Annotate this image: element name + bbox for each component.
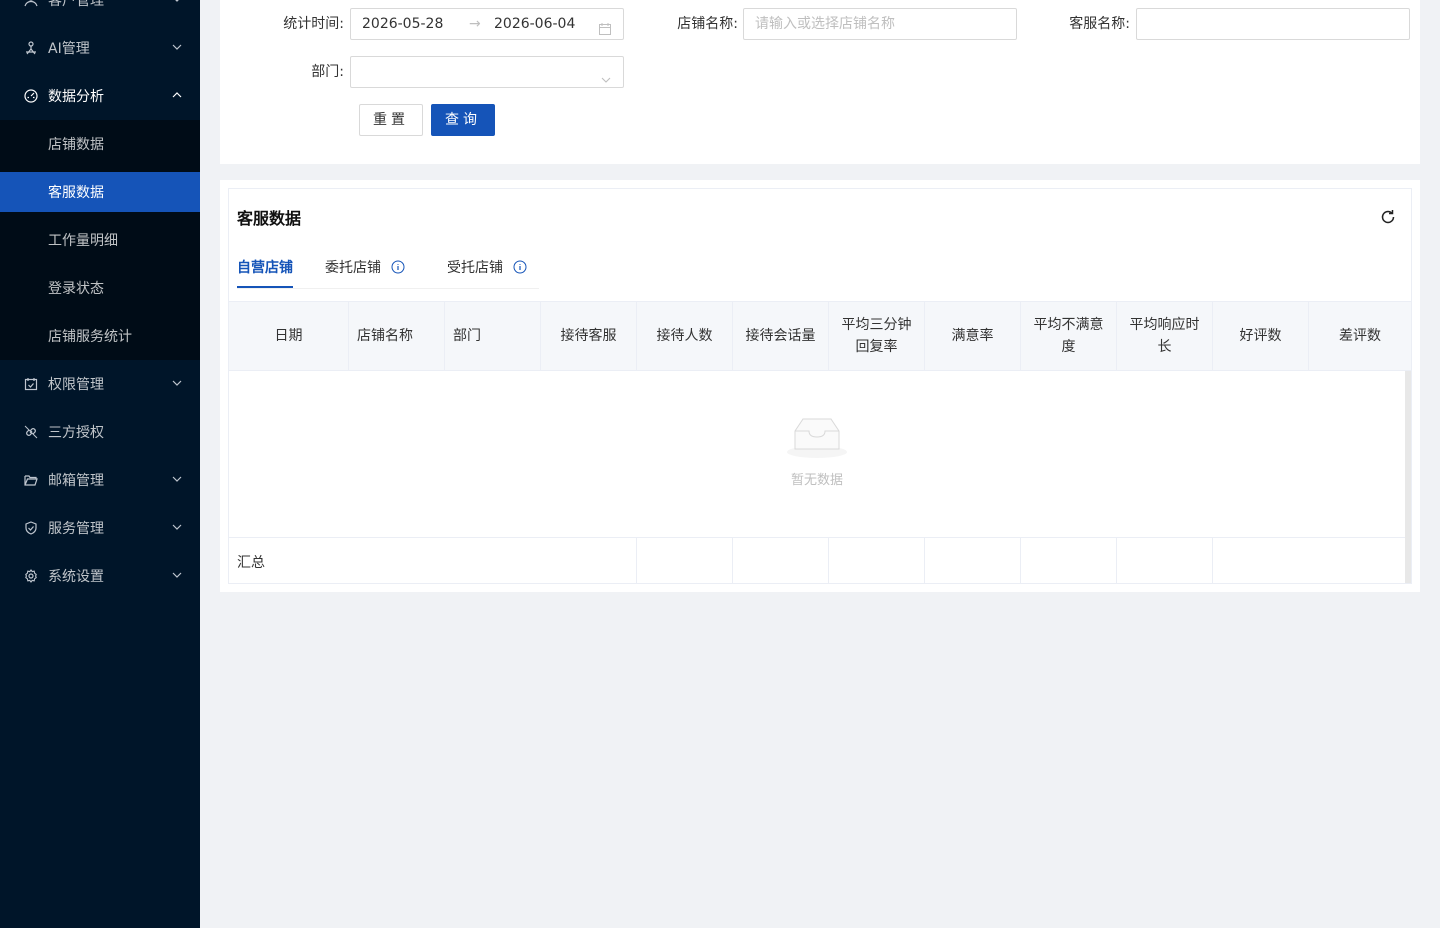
column-header[interactable]: 接待客服: [541, 302, 637, 370]
shop-name-input[interactable]: 请输入或选择店铺名称: [743, 8, 1017, 40]
sidebar-item-label: 服务管理: [48, 521, 104, 537]
sidebar-item-label: 三方授权: [48, 425, 104, 441]
sidebar-item-label: 邮箱管理: [48, 473, 104, 489]
info-icon[interactable]: [391, 260, 405, 274]
column-header[interactable]: 差评数: [1309, 302, 1411, 370]
time-label: 统计时间:: [283, 16, 344, 32]
chevron-up-icon: [172, 90, 182, 100]
tab-self-operated[interactable]: 自营店铺: [237, 257, 293, 277]
dashboard-icon: [24, 89, 38, 103]
column-header[interactable]: 日期: [229, 302, 349, 370]
folder-open-icon: [24, 473, 38, 487]
chevron-down-icon: [172, 0, 182, 4]
sidebar-item-customers[interactable]: 客户管理: [0, 0, 200, 20]
link-icon: [24, 425, 38, 439]
sidebar-subitem-label: 工作量明细: [48, 233, 118, 249]
column-header[interactable]: 平均响应时长: [1117, 302, 1213, 370]
sidebar-subitem-label: 客服数据: [48, 185, 104, 201]
dept-select[interactable]: [350, 56, 624, 88]
column-header[interactable]: 接待会话量: [733, 302, 829, 370]
shop-label: 店铺名称:: [677, 16, 738, 32]
column-header[interactable]: 接待人数: [637, 302, 733, 370]
column-header[interactable]: 平均三分钟回复率: [829, 302, 925, 370]
column-header[interactable]: 满意率: [925, 302, 1021, 370]
chevron-down-icon: [172, 42, 182, 52]
robot-icon: [24, 41, 38, 55]
store-tabs: 自营店铺 委托店铺 受托店铺: [237, 243, 539, 289]
user-icon: [24, 0, 38, 7]
chevron-down-icon: [172, 378, 182, 388]
filter-panel: 统计时间: 2026-05-28 → 2026-06-04 店铺名称: 请输入或…: [220, 0, 1420, 164]
summary-cell: [925, 538, 1021, 584]
sidebar-item-ai[interactable]: AI管理: [0, 28, 200, 68]
summary-cell: [541, 538, 637, 584]
sidebar-item-services[interactable]: 服务管理: [0, 508, 200, 548]
shield-check-icon: [24, 521, 38, 535]
dept-label: 部门:: [311, 64, 344, 80]
chevron-down-icon: [172, 570, 182, 580]
sidebar-subitem-label: 店铺数据: [48, 137, 104, 153]
summary-cell: [1021, 538, 1117, 584]
reset-button[interactable]: 重置: [359, 104, 423, 136]
tab-label: 委托店铺: [325, 260, 381, 276]
sidebar-item-third-party-auth[interactable]: 三方授权: [0, 412, 200, 452]
tab-entrusted[interactable]: 委托店铺: [325, 257, 405, 277]
summary-cell: [1117, 538, 1213, 584]
summary-label: 汇总: [237, 555, 265, 571]
sidebar: 客户管理 AI管理 数据分析 店铺数据 客服数据 工作量明细 登录状态 店铺服务…: [0, 0, 200, 928]
sidebar-subitem-agent-data[interactable]: 客服数据: [0, 172, 200, 212]
chevron-down-icon: [172, 474, 182, 484]
sidebar-subitem-label: 店铺服务统计: [48, 329, 132, 345]
tab-consigned[interactable]: 受托店铺: [447, 257, 527, 277]
summary-cell: [733, 538, 829, 584]
tab-label: 自营店铺: [237, 260, 293, 276]
empty-inbox-icon: [785, 415, 849, 459]
sidebar-item-label: 系统设置: [48, 569, 104, 585]
card-title: 客服数据: [237, 209, 302, 228]
sidebar-subitem-shop-data[interactable]: 店铺数据: [0, 124, 200, 164]
sidebar-item-label: 数据分析: [48, 89, 104, 105]
query-button[interactable]: 查询: [431, 104, 495, 136]
empty-text: 暂无数据: [790, 473, 843, 488]
data-card: 客服数据 自营店铺 委托店铺 受托店铺 日期 店铺名称 部门 接待客服 接待人数…: [228, 188, 1412, 584]
tab-ink-bar: [237, 286, 293, 288]
chevron-down-icon: [600, 67, 612, 83]
column-header[interactable]: 店铺名称: [349, 302, 445, 370]
column-header[interactable]: 好评数: [1213, 302, 1309, 370]
sidebar-subitem-login-status[interactable]: 登录状态: [0, 268, 200, 308]
sidebar-item-permissions[interactable]: 权限管理: [0, 364, 200, 404]
agent-name-input[interactable]: [1136, 8, 1410, 40]
gear-icon: [24, 569, 38, 583]
info-icon[interactable]: [513, 260, 527, 274]
sidebar-item-mailbox[interactable]: 邮箱管理: [0, 460, 200, 500]
calendar-check-icon: [24, 377, 38, 391]
summary-cell: [829, 538, 925, 584]
calendar-icon: [598, 17, 612, 35]
column-header[interactable]: 部门: [445, 302, 541, 370]
sidebar-item-label: 客户管理: [48, 0, 104, 9]
column-header[interactable]: 平均不满意度: [1021, 302, 1117, 370]
date-start[interactable]: 2026-05-28: [362, 9, 443, 39]
date-separator-arrow: →: [469, 16, 481, 32]
sidebar-item-data-analysis[interactable]: 数据分析: [0, 76, 200, 116]
sidebar-item-label: AI管理: [48, 41, 90, 57]
summary-cell: [637, 538, 733, 584]
date-range-picker[interactable]: 2026-05-28 → 2026-06-04: [350, 8, 624, 40]
sidebar-subitem-workload[interactable]: 工作量明细: [0, 220, 200, 260]
date-end[interactable]: 2026-06-04: [494, 9, 575, 39]
refresh-icon[interactable]: [1379, 208, 1397, 226]
sidebar-subitem-label: 登录状态: [48, 281, 104, 297]
sidebar-subitem-shop-service-stats[interactable]: 店铺服务统计: [0, 316, 200, 356]
tab-label: 受托店铺: [447, 260, 503, 276]
table-header: 日期 店铺名称 部门 接待客服 接待人数 接待会话量 平均三分钟回复率 满意率 …: [229, 301, 1411, 371]
sidebar-item-settings[interactable]: 系统设置: [0, 556, 200, 596]
vertical-scrollbar[interactable]: [1405, 371, 1411, 583]
table-body-empty: 暂无数据: [229, 371, 1405, 537]
data-panel: 客服数据 自营店铺 委托店铺 受托店铺 日期 店铺名称 部门 接待客服 接待人数…: [220, 180, 1420, 592]
summary-row: 汇总: [229, 537, 1405, 584]
chevron-down-icon: [172, 522, 182, 532]
agent-label: 客服名称:: [1069, 16, 1130, 32]
sidebar-item-label: 权限管理: [48, 377, 104, 393]
